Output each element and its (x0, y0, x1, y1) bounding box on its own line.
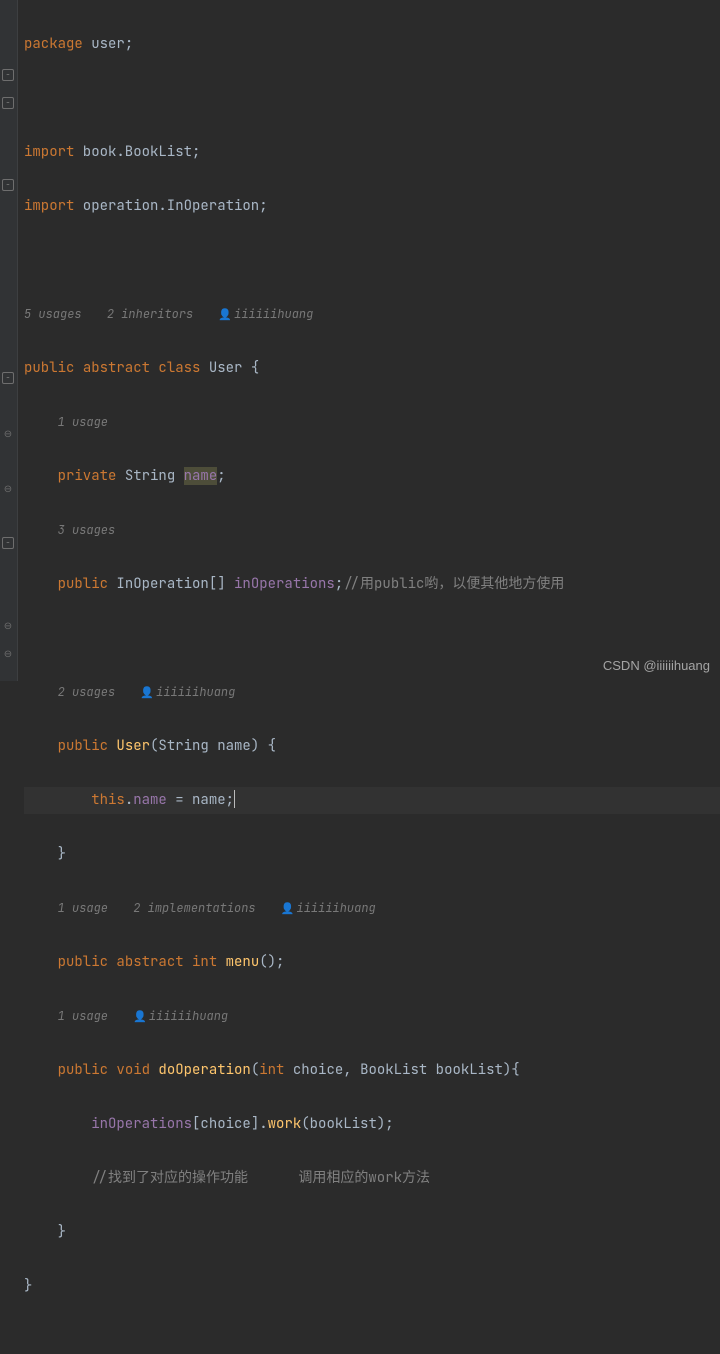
code-line: private String name; (24, 463, 720, 490)
override-icon[interactable]: ⊖ (2, 647, 14, 659)
override-icon[interactable]: ⊖ (2, 427, 14, 439)
inlay-hints[interactable]: 2 usages 👤iiiiiihuang (24, 679, 720, 706)
code-line (24, 247, 720, 274)
inlay-hints[interactable]: 1 usage (24, 409, 720, 436)
text-caret (234, 790, 235, 808)
code-line: public abstract class User { (24, 355, 720, 382)
code-line: } (24, 841, 720, 868)
editor-gutter: − − − − ⊖ ⊖ − ⊖ ⊖ (0, 0, 18, 681)
code-line: import operation.InOperation; (24, 193, 720, 220)
override-icon[interactable]: ⊖ (2, 619, 14, 631)
code-line (24, 85, 720, 112)
code-line: this.name = name; (24, 787, 720, 814)
code-line (24, 625, 720, 652)
code-line: public void doOperation(int choice, Book… (24, 1057, 720, 1084)
inlay-hints[interactable]: 1 usage 👤iiiiiihuang (24, 1003, 720, 1030)
code-line: inOperations[choice].work(bookList); (24, 1111, 720, 1138)
code-editor[interactable]: package user; import book.BookList; impo… (18, 0, 720, 681)
override-icon[interactable]: ⊖ (2, 482, 14, 494)
inlay-hints[interactable]: 1 usage 2 implementations 👤iiiiiihuang (24, 895, 720, 922)
code-line: //找到了对应的操作功能 调用相应的work方法 (24, 1165, 720, 1192)
fold-icon[interactable]: − (2, 69, 14, 81)
inlay-hints[interactable]: 3 usages (24, 517, 720, 544)
code-line: import book.BookList; (24, 139, 720, 166)
code-line: public abstract int menu(); (24, 949, 720, 976)
code-line: public User(String name) { (24, 733, 720, 760)
code-line: } (24, 1219, 720, 1246)
code-line: public InOperation[] inOperations;//用pub… (24, 571, 720, 598)
fold-icon[interactable]: − (2, 97, 14, 109)
fold-icon[interactable]: − (2, 179, 14, 191)
inlay-hints[interactable]: 5 usages 2 inheritors 👤iiiiiihuang (24, 301, 720, 328)
code-line: } (24, 1273, 720, 1300)
code-line: package user; (24, 31, 720, 58)
fold-icon[interactable]: − (2, 372, 14, 384)
fold-icon[interactable]: − (2, 537, 14, 549)
watermark-label: CSDN @iiiiiihuang (603, 652, 710, 679)
